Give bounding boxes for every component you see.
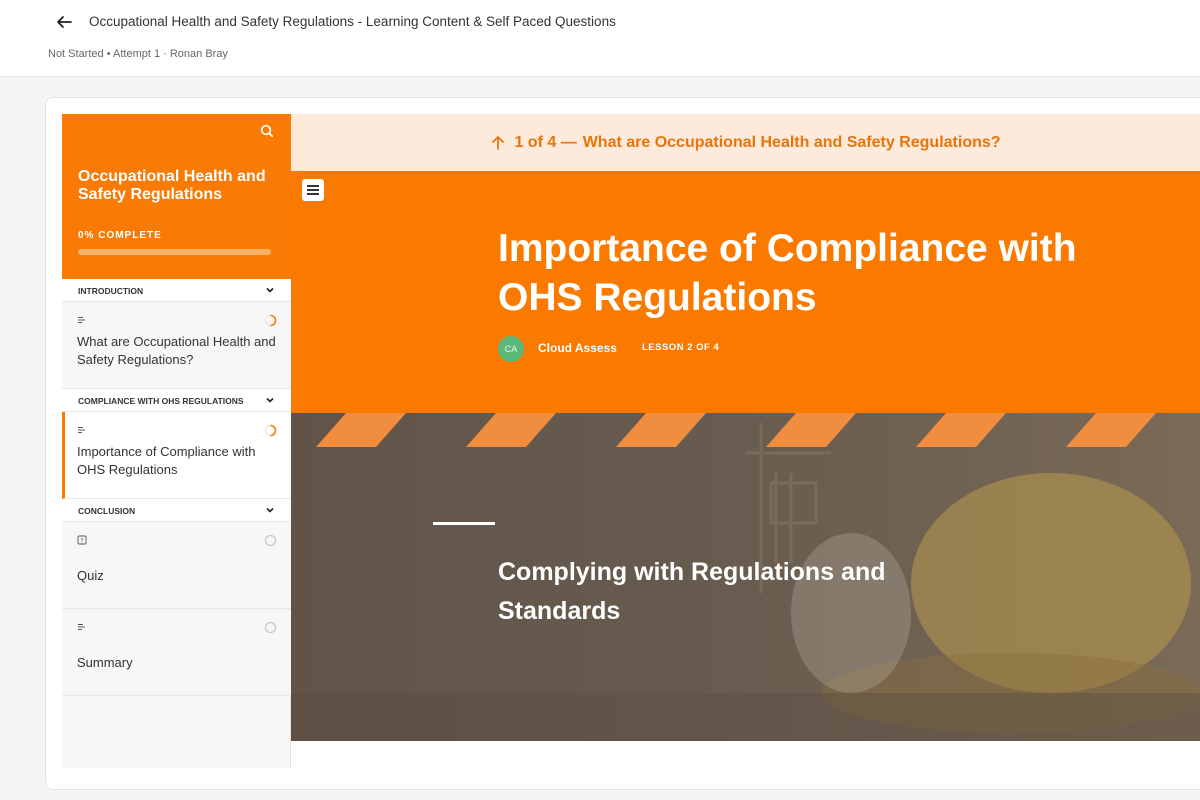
sidebar-header: Occupational Health and Safety Regulatio…	[62, 114, 291, 279]
lesson-nav-title: What are Occupational Health and Safety …	[582, 133, 1001, 151]
search-icon[interactable]	[259, 123, 275, 139]
lesson-title: What are Occupational Health and Safety …	[77, 334, 276, 367]
chevron-down-icon	[266, 507, 274, 513]
lesson-title: Summary	[77, 655, 133, 670]
lesson-count: LESSON 2 OF 4	[642, 342, 720, 353]
lesson-title: Importance of Compliance with OHS Regula…	[77, 444, 256, 477]
not-started-icon	[264, 534, 277, 547]
lesson-item-what-are-ohs[interactable]: What are Occupational Health and Safety …	[62, 302, 291, 389]
arrow-left-icon	[57, 16, 72, 28]
avatar: CA	[498, 336, 524, 362]
text-lines-icon	[78, 624, 85, 630]
lesson-hero: Importance of Compliance with OHS Regula…	[291, 171, 1200, 413]
in-progress-icon	[264, 424, 277, 437]
lesson-item-importance-of-compliance[interactable]: Importance of Compliance with OHS Regula…	[62, 412, 291, 499]
section-banner-title: Complying with Regulations and Standards	[498, 558, 886, 625]
top-bar: Occupational Health and Safety Regulatio…	[0, 0, 1200, 77]
chevron-down-icon	[266, 397, 274, 403]
chevron-down-icon	[266, 287, 274, 293]
text-lines-icon	[78, 427, 85, 433]
lesson-item-quiz[interactable]: ? Quiz	[62, 522, 291, 609]
menu-toggle-button[interactable]	[302, 179, 324, 201]
section-label: COMPLIANCE WITH OHS REGULATIONS	[78, 396, 244, 406]
section-header-compliance[interactable]: COMPLIANCE WITH OHS REGULATIONS	[62, 389, 291, 412]
course-title: Occupational Health and Safety Regulatio…	[89, 14, 616, 29]
progress-label: 0% COMPLETE	[78, 230, 162, 241]
lesson-item-summary[interactable]: Summary	[62, 609, 291, 696]
section-header-introduction[interactable]: INTRODUCTION	[62, 279, 291, 302]
section-label: CONCLUSION	[78, 506, 136, 516]
course-sidebar: Occupational Health and Safety Regulatio…	[62, 114, 291, 768]
not-started-icon	[264, 621, 277, 634]
quiz-icon: ?	[77, 535, 87, 545]
lesson-content: 1 of 4 — What are Occupational Health an…	[291, 114, 1200, 741]
in-progress-icon	[264, 314, 277, 327]
text-lines-icon	[78, 317, 85, 323]
author-name: Cloud Assess	[538, 341, 617, 355]
lesson-title-heading: Importance of Compliance with OHS Regula…	[498, 227, 1077, 319]
divider-line	[433, 522, 495, 525]
svg-text:?: ?	[80, 537, 83, 545]
lesson-nav-number: 1 of 4 —	[514, 133, 577, 151]
progress-bar	[78, 249, 271, 255]
section-banner: Complying with Regulations and Standards	[291, 413, 1200, 741]
section-header-conclusion[interactable]: CONCLUSION	[62, 499, 291, 522]
previous-lesson-link[interactable]: 1 of 4 — What are Occupational Health an…	[291, 114, 1200, 171]
section-label: INTRODUCTION	[78, 286, 144, 296]
lesson-title: Quiz	[77, 568, 104, 583]
sidebar-course-title: Occupational Health and Safety Regulatio…	[78, 168, 266, 203]
attempt-meta: Not Started • Attempt 1 · Ronan Bray	[48, 48, 228, 60]
arrow-up-icon	[492, 135, 505, 150]
back-button[interactable]	[47, 8, 81, 36]
